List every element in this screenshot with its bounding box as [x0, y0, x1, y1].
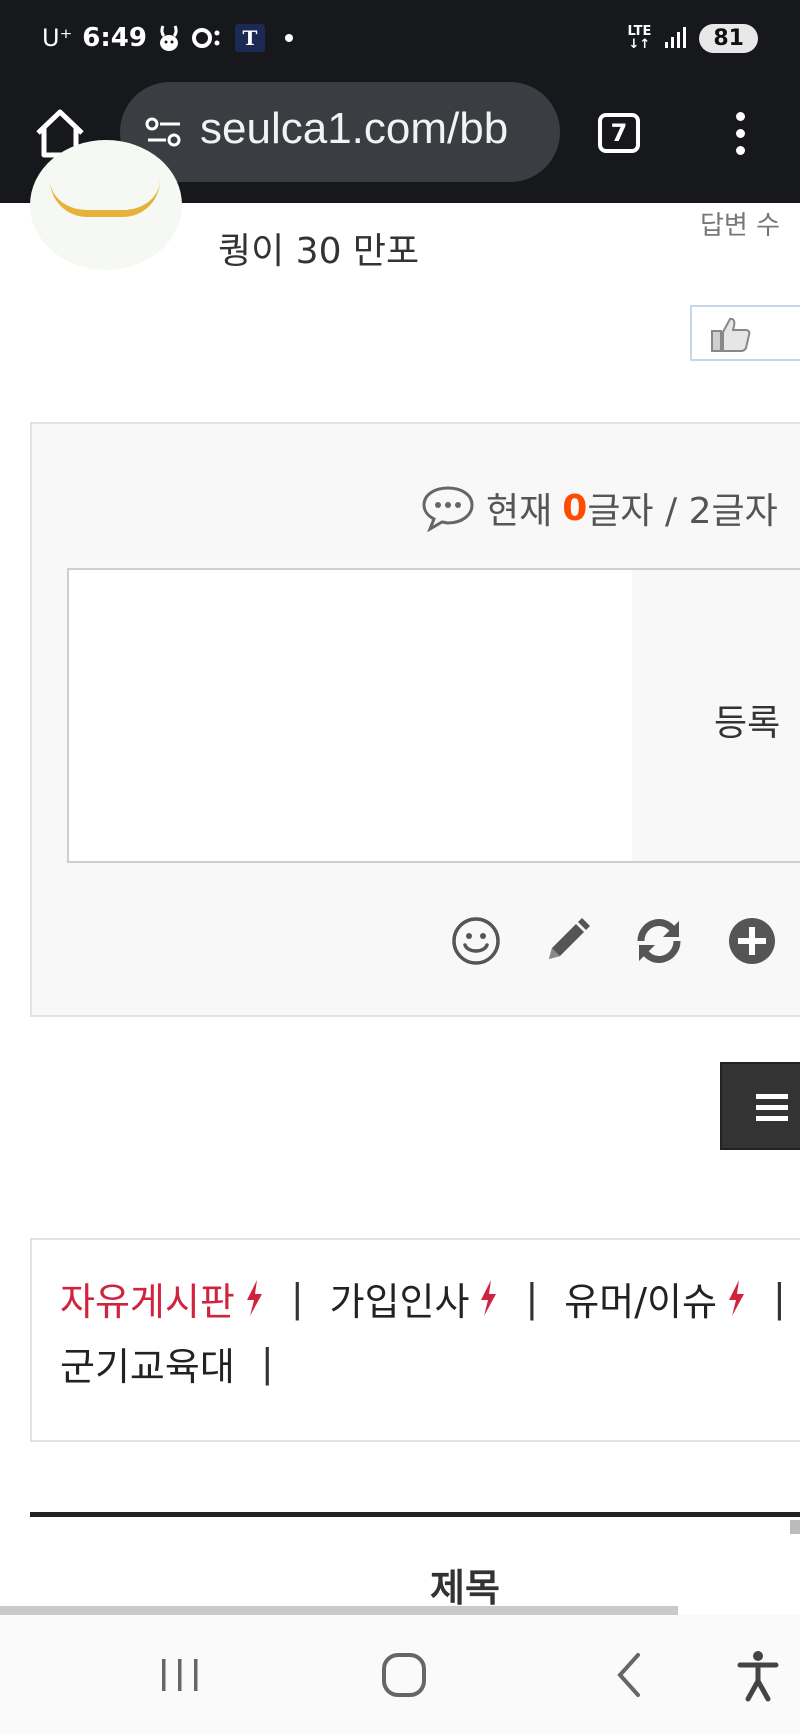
speech-bubble-icon	[422, 486, 474, 532]
post-subtitle: 퀑이 30 만포	[218, 231, 420, 272]
counter-suffix: 글자 / 2글자	[587, 491, 778, 532]
rabbit-icon	[159, 25, 178, 51]
site-settings-icon[interactable]	[144, 112, 184, 152]
system-nav-bar	[0, 1615, 800, 1734]
table-top-border	[30, 1512, 800, 1517]
notification-dot	[284, 34, 293, 42]
list-menu-button[interactable]	[720, 1062, 800, 1150]
tab-switcher-button[interactable]: 7	[598, 113, 640, 153]
table-header-title: 제목	[430, 1566, 500, 1610]
category-humor-issue[interactable]: 유머/이슈	[564, 1271, 717, 1326]
counter-current: 0	[562, 487, 588, 529]
t-app-icon: T	[234, 24, 265, 52]
emoticon-icon[interactable]	[450, 915, 502, 967]
pencil-icon[interactable]	[541, 915, 593, 967]
add-circle-icon[interactable]	[726, 915, 778, 967]
category-separator: |	[260, 1341, 274, 1385]
category-discipline[interactable]: 군기교육대	[60, 1336, 235, 1391]
category-free-board[interactable]: 자유게시판	[60, 1271, 235, 1326]
submit-comment-button[interactable]: 등록	[632, 568, 800, 863]
clock: 6:49	[82, 23, 147, 53]
category-separator: |	[290, 1276, 304, 1320]
accessibility-icon[interactable]	[728, 1645, 788, 1705]
char-counter: 현재 0 글자 / 2글자	[420, 480, 778, 536]
flash-icon	[728, 1280, 744, 1316]
signal-icon	[665, 27, 687, 48]
carrier-label: U⁺	[42, 24, 73, 52]
counter-prefix: 현재	[486, 491, 553, 532]
scroll-indicator	[790, 1520, 800, 1534]
like-button[interactable]	[690, 305, 800, 361]
thumbs-up-icon	[711, 317, 751, 352]
url-text[interactable]: seulca1.com/bb	[200, 104, 508, 154]
more-menu-icon[interactable]	[728, 108, 752, 164]
category-separator: |	[525, 1276, 539, 1320]
author-avatar	[30, 140, 182, 270]
submit-label: 등록	[714, 703, 781, 744]
category-row-2: 군기교육대 |	[60, 1336, 300, 1391]
home-nav-icon[interactable]	[374, 1645, 434, 1705]
back-icon[interactable]	[600, 1645, 660, 1705]
lte-indicator: LTE ↓↑	[627, 25, 651, 51]
category-row-1: 자유게시판 | 가입인사 | 유머/이슈 |	[60, 1271, 800, 1326]
data-arrows: ↓↑	[628, 37, 651, 52]
category-separator: |	[772, 1276, 786, 1320]
status-bar-right: LTE ↓↑ 81	[627, 20, 758, 56]
status-bar-left: U⁺ 6:49 T	[42, 18, 293, 58]
recent-apps-icon[interactable]	[150, 1645, 210, 1705]
o-dots-icon	[191, 28, 220, 48]
address-bar[interactable]: seulca1.com/bb	[120, 82, 560, 182]
refresh-icon[interactable]	[633, 915, 685, 967]
horizontal-scrollbar[interactable]	[0, 1606, 678, 1615]
comment-textarea[interactable]	[67, 568, 634, 863]
battery-indicator: 81	[699, 23, 758, 53]
category-greetings[interactable]: 가입인사	[330, 1271, 470, 1326]
flash-icon	[481, 1280, 497, 1316]
reply-count-label: 답변 수	[700, 211, 781, 241]
flash-icon	[246, 1280, 262, 1316]
